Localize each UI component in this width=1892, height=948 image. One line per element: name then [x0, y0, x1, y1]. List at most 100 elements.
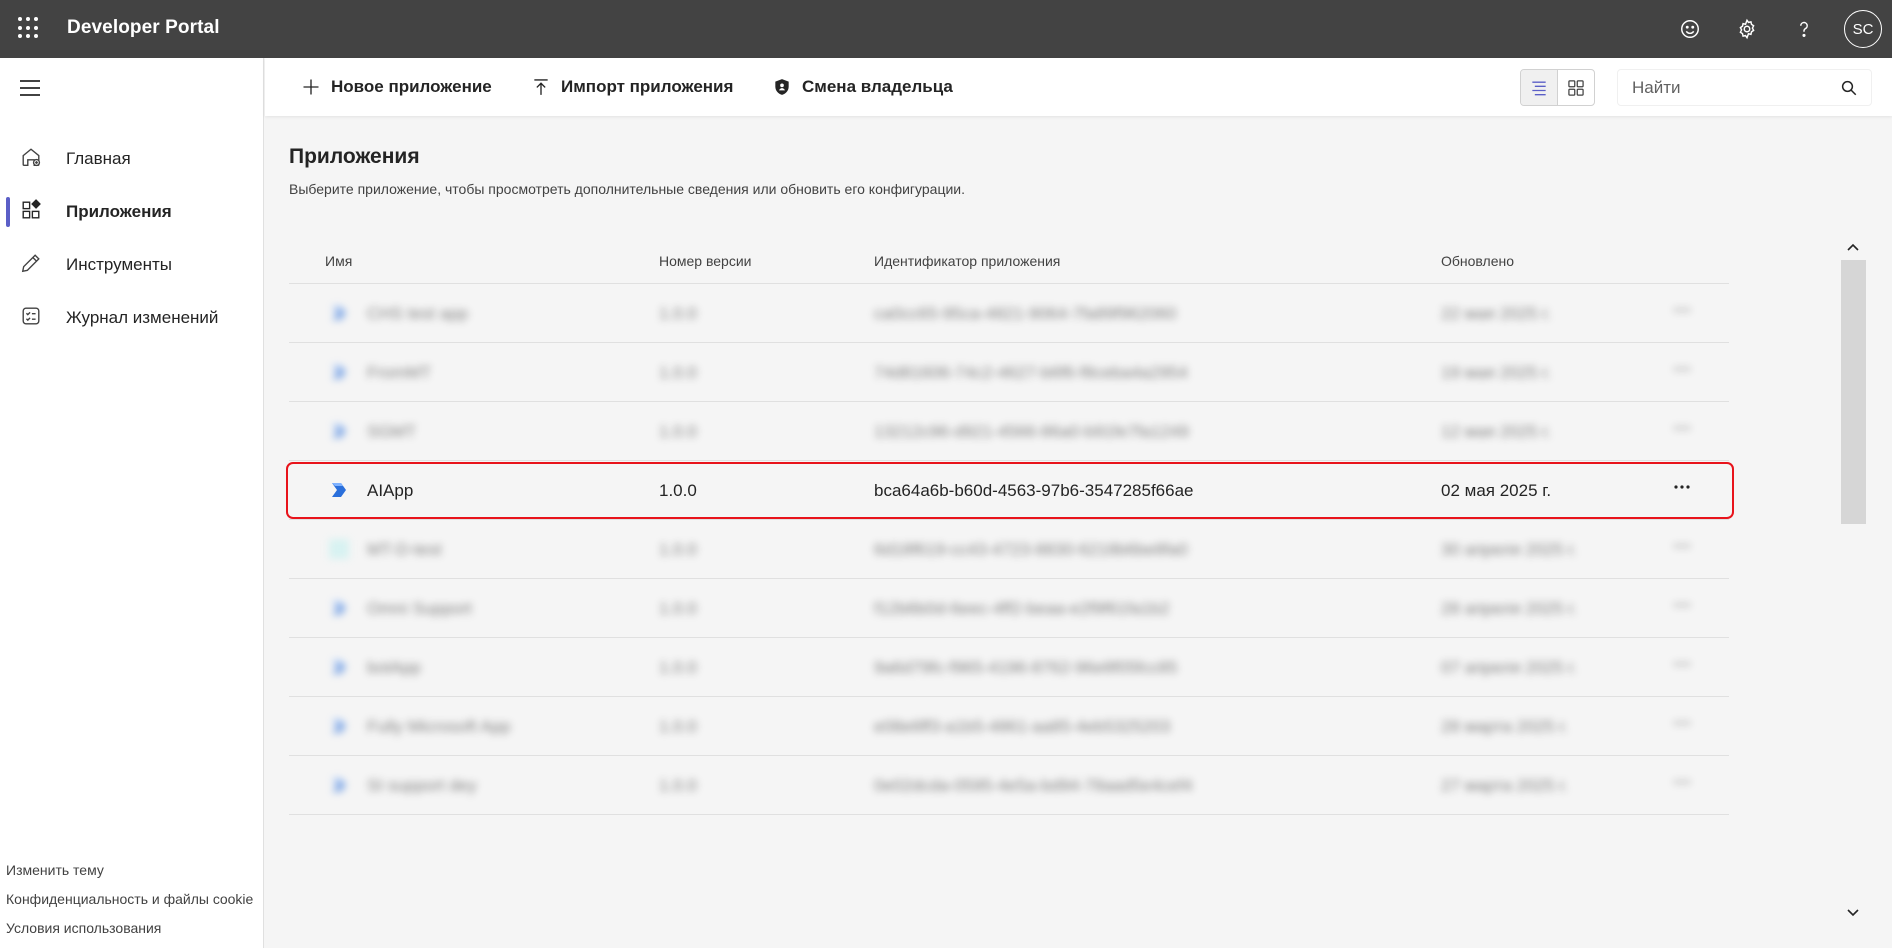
change-owner-button[interactable]: Смена владельца: [772, 58, 953, 116]
app-id: ca0cc65-95ca-4821-9064-7fa89f962060: [874, 304, 1177, 323]
table-row[interactable]: FromMT 1.0.0 74d81606-74c2-4627-b6f6-f8ceb…: [289, 343, 1729, 402]
more-options-icon[interactable]: [1667, 475, 1697, 499]
table-row[interactable]: botApp 1.0.0 9a6d79fc-f965-4196-8762-96e8f…: [289, 638, 1729, 697]
more-options-icon[interactable]: [1667, 652, 1697, 676]
feedback-icon[interactable]: [1661, 0, 1718, 58]
app-icon: [329, 362, 349, 382]
import-app-button[interactable]: Импорт приложения: [531, 58, 733, 116]
top-bar: Developer Portal SC: [0, 0, 1892, 58]
waffle-icon[interactable]: [18, 17, 40, 39]
shield-icon: [775, 79, 789, 95]
column-header-app-id[interactable]: Идентификатор приложения: [874, 253, 1060, 269]
search-input[interactable]: [1618, 77, 1818, 98]
app-title[interactable]: Developer Portal: [67, 17, 220, 39]
command-bar: Новое приложение Импорт приложения Смена…: [265, 58, 1892, 116]
sidebar-item-label: Инструменты: [66, 254, 173, 274]
app-version: 1.0.0: [659, 776, 697, 795]
app-version: 1.0.0: [659, 304, 697, 323]
app-updated: 27 марта 2025 г.: [1441, 776, 1569, 795]
sidebar-item-apps[interactable]: Приложения: [0, 185, 264, 238]
table-row[interactable]: Omni Support 1.0.0 f12b6b0d-6eec-4ff2-beaa…: [289, 579, 1729, 638]
app-icon: [329, 480, 349, 500]
change-owner-label: Смена владельца: [802, 77, 953, 96]
app-name[interactable]: SI support dey: [367, 776, 477, 796]
column-header-updated[interactable]: Обновлено: [1441, 253, 1514, 269]
grid-view-button[interactable]: [1558, 70, 1595, 105]
scroll-up-icon[interactable]: [1845, 240, 1861, 256]
hamburger-menu-icon[interactable]: [20, 80, 40, 96]
app-updated: 07 апреля 2025 г.: [1441, 658, 1577, 677]
more-options-icon[interactable]: [1667, 593, 1697, 617]
app-id: 9a6d79fc-f965-4196-8762-96e8f05fcc85: [874, 658, 1178, 677]
list-view-button[interactable]: [1521, 70, 1558, 105]
change-theme-link[interactable]: Изменить тему: [6, 862, 253, 891]
app-id: bca64a6b-b60d-4563-97b6-3547285f66ae: [874, 481, 1194, 500]
sidebar-item-home[interactable]: Главная: [0, 132, 264, 185]
app-updated: 12 мая 2025 г.: [1441, 422, 1552, 441]
vertical-scrollbar[interactable]: [1840, 236, 1866, 924]
app-name[interactable]: SGMT: [367, 422, 416, 442]
plus-icon: [303, 79, 319, 95]
column-header-version[interactable]: Номер версии: [659, 253, 751, 269]
avatar[interactable]: SC: [1844, 10, 1882, 48]
table-row[interactable]: Fully Microsoft App 1.0.0 e08e6ff3-a1b5-48…: [289, 697, 1729, 756]
table-row[interactable]: CHS test app 1.0.0 ca0cc65-95ca-4821-9064-…: [289, 284, 1729, 343]
scrollbar-thumb[interactable]: [1841, 260, 1866, 524]
app-updated: 02 мая 2025 г.: [1441, 481, 1552, 500]
sidebar-item-label: Журнал изменений: [66, 307, 219, 327]
column-header-name[interactable]: Имя: [325, 253, 352, 269]
more-options-icon[interactable]: [1667, 357, 1697, 381]
app-icon: [329, 539, 349, 559]
app-version: 1.0.0: [659, 599, 697, 618]
upload-icon: [534, 79, 548, 95]
search-box: [1617, 69, 1872, 106]
sidebar-item-tools[interactable]: Инструменты: [0, 238, 264, 291]
apps-icon: [22, 199, 41, 219]
table-row[interactable]: SGMT 1.0.0 13212c96-d921-4566-86a0-b91fe7f…: [289, 402, 1729, 461]
scroll-down-icon[interactable]: [1845, 904, 1861, 920]
table-row[interactable]: AIApp 1.0.0 bca64a6b-b60d-4563-97b6-354728…: [289, 461, 1729, 520]
more-options-icon[interactable]: [1667, 770, 1697, 794]
app-updated: 30 апреля 2025 г.: [1441, 540, 1577, 559]
sidebar-item-changelog[interactable]: Журнал изменений: [0, 291, 264, 344]
view-toggle: [1520, 69, 1595, 106]
app-name[interactable]: Fully Microsoft App: [367, 717, 511, 737]
top-icons: SC: [1661, 0, 1892, 58]
home-icon: [22, 148, 41, 167]
search-icon[interactable]: [1840, 79, 1858, 97]
import-app-label: Импорт приложения: [561, 77, 734, 96]
app-name[interactable]: Omni Support: [367, 599, 472, 619]
app-id: 0e02dcda-0595-4e5a-bd94-78aad5e4cef4: [874, 776, 1193, 795]
app-icon: [329, 598, 349, 618]
app-name[interactable]: botApp: [367, 658, 421, 678]
more-options-icon[interactable]: [1667, 298, 1697, 322]
table-row[interactable]: SI support dey 1.0.0 0e02dcda-0595-4e5a-bd…: [289, 756, 1729, 815]
app-version: 1.0.0: [659, 363, 697, 382]
apps-table: Имя Номер версии Идентификатор приложени…: [289, 246, 1729, 815]
app-name[interactable]: FromMT: [367, 363, 431, 383]
app-name[interactable]: AIApp: [367, 481, 413, 501]
app-id: f12b6b0d-6eec-4ff2-beaa-e2f9f61fa1b2: [874, 599, 1170, 618]
app-id: 13212c96-d921-4566-86a0-b91fe7fa1249: [874, 422, 1189, 441]
list-view-icon: [1532, 81, 1546, 95]
privacy-cookies-link[interactable]: Конфиденциальность и файлы cookie: [6, 891, 253, 920]
table-body: CHS test app 1.0.0 ca0cc65-95ca-4821-9064-…: [289, 284, 1729, 815]
sidebar-nav: Главная Приложения Инструменты Журнал из…: [0, 132, 264, 344]
app-icon: [329, 716, 349, 736]
app-id: 74d81606-74c2-4627-b6f6-f8ceba4a2954: [874, 363, 1188, 382]
app-version: 1.0.0: [659, 717, 697, 736]
more-options-icon[interactable]: [1667, 416, 1697, 440]
app-version: 1.0.0: [659, 422, 697, 441]
app-name[interactable]: CHS test app: [367, 304, 468, 324]
more-options-icon[interactable]: [1667, 711, 1697, 735]
app-name[interactable]: MT-D-test: [367, 540, 442, 560]
help-icon[interactable]: [1775, 0, 1832, 58]
table-row[interactable]: MT-D-test 1.0.0 6d18f619-cc43-4723-8830-62…: [289, 520, 1729, 579]
app-updated: 28 апреля 2025 г.: [1441, 599, 1577, 618]
new-app-button[interactable]: Новое приложение: [301, 58, 492, 116]
settings-icon[interactable]: [1718, 0, 1775, 58]
app-icon: [329, 421, 349, 441]
terms-of-use-link[interactable]: Условия использования: [6, 920, 253, 948]
more-options-icon[interactable]: [1667, 534, 1697, 558]
new-app-label: Новое приложение: [331, 77, 492, 96]
